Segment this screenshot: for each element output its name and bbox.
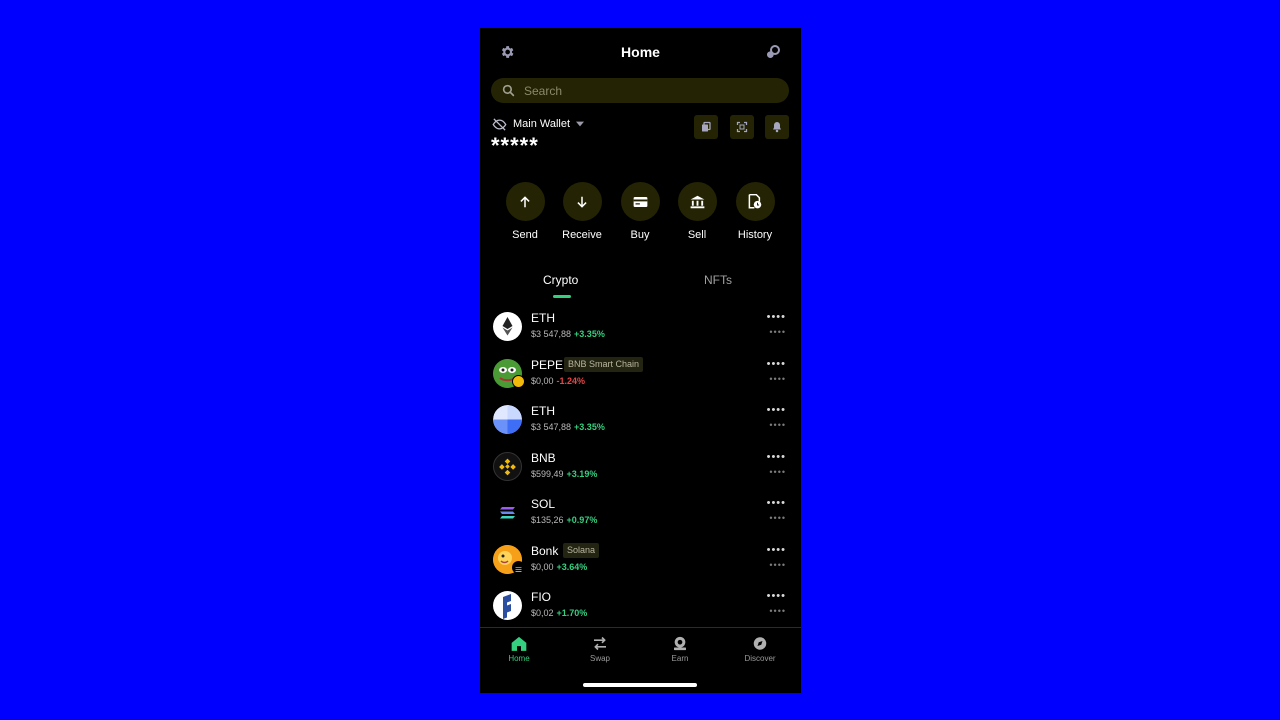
token-change: -1.24% xyxy=(556,376,586,386)
token-symbol: PEPE xyxy=(531,358,564,372)
token-value: •••• xyxy=(769,560,786,570)
scan-icon xyxy=(736,121,748,133)
copy-icon xyxy=(702,121,711,132)
search-bar[interactable] xyxy=(491,78,789,103)
token-row-pepe[interactable]: PEPE BNB Smart Chain $0,00 -1.24% •••• ••… xyxy=(480,355,801,401)
page-title: Home xyxy=(621,44,660,60)
home-indicator xyxy=(583,683,697,687)
link-icon xyxy=(767,45,780,58)
sell-button[interactable]: Sell xyxy=(672,182,722,241)
token-row-eth[interactable]: ETH $3 547,88 +3.35% •••• •••• xyxy=(480,308,801,354)
token-price: $0,00 xyxy=(531,562,554,572)
copy-address-button[interactable] xyxy=(694,115,718,139)
token-price: $135,26 xyxy=(531,515,564,525)
token-row-bnb[interactable]: BNB $599,49 +3.19% •••• •••• xyxy=(480,448,801,494)
token-symbol: BNB xyxy=(531,451,556,465)
caret-down-icon xyxy=(576,121,585,127)
wallet-app-screen: Home Main Wallet ***** xyxy=(480,28,801,693)
token-value: •••• xyxy=(769,374,786,384)
network-badge: Solana xyxy=(563,543,600,558)
nav-home-label: Home xyxy=(508,654,530,663)
receive-label: Receive xyxy=(562,229,602,241)
token-change: +3.19% xyxy=(566,469,598,479)
token-symbol: ETH xyxy=(531,404,555,418)
nav-home[interactable]: Home xyxy=(489,636,549,663)
search-input[interactable] xyxy=(524,78,774,103)
token-change: +3.64% xyxy=(556,562,588,572)
fio-logo-icon xyxy=(493,591,522,620)
bnb-logo-icon xyxy=(493,452,522,481)
token-balance: •••• xyxy=(766,358,786,370)
token-balance: •••• xyxy=(766,497,786,509)
wallet-balance: ***** xyxy=(491,133,539,158)
nav-discover-label: Discover xyxy=(744,654,776,663)
tab-nfts[interactable]: NFTs xyxy=(704,273,732,287)
token-value: •••• xyxy=(769,467,786,477)
token-change: +3.35% xyxy=(574,422,605,432)
token-change: +1.70% xyxy=(556,608,588,618)
bell-icon xyxy=(773,122,781,133)
token-balance: •••• xyxy=(766,451,786,463)
card-icon xyxy=(633,196,647,207)
buy-label: Buy xyxy=(630,229,650,241)
token-value: •••• xyxy=(769,420,786,430)
token-price: $0,00 xyxy=(531,376,554,386)
sell-label: Sell xyxy=(687,229,707,241)
arrow-up-icon xyxy=(520,195,530,207)
scan-qr-button[interactable] xyxy=(730,115,754,139)
tab-crypto[interactable]: Crypto xyxy=(543,273,578,287)
token-price: $0,02 xyxy=(531,608,554,618)
token-row-eth-l2[interactable]: ETH $3 547,88 +3.35% •••• •••• xyxy=(480,401,801,447)
earn-icon xyxy=(674,636,686,651)
wallet-selector[interactable]: Main Wallet xyxy=(492,116,585,132)
token-value: •••• xyxy=(769,513,786,523)
token-change: +0.97% xyxy=(566,515,598,525)
token-value: •••• xyxy=(769,327,786,337)
token-balance: •••• xyxy=(766,590,786,602)
search-icon xyxy=(502,84,515,97)
buy-button[interactable]: Buy xyxy=(615,182,665,241)
token-balance: •••• xyxy=(766,311,786,323)
token-change: +3.35% xyxy=(574,329,605,339)
token-value: •••• xyxy=(769,606,786,616)
solana-chain-badge-icon xyxy=(512,561,525,574)
eye-off-icon[interactable] xyxy=(492,117,507,131)
wallet-name: Main Wallet xyxy=(513,118,571,130)
token-row-sol[interactable]: SOL $135,26 +0.97% •••• •••• xyxy=(480,494,801,540)
notifications-button[interactable] xyxy=(765,115,789,139)
send-label: Send xyxy=(512,229,538,241)
token-price: $599,49 xyxy=(531,469,564,479)
solana-logo-icon xyxy=(493,498,522,527)
arrow-down-icon xyxy=(577,196,587,208)
network-badge: BNB Smart Chain xyxy=(564,357,644,372)
ethereum-logo-icon xyxy=(493,312,522,341)
history-icon xyxy=(748,194,762,209)
nav-swap[interactable]: Swap xyxy=(570,636,630,663)
connections-button[interactable] xyxy=(765,44,781,60)
history-label: History xyxy=(737,229,773,241)
bank-icon xyxy=(690,195,704,208)
token-balance: •••• xyxy=(766,404,786,416)
nav-earn[interactable]: Earn xyxy=(650,636,710,663)
history-button[interactable]: History xyxy=(730,182,780,241)
token-symbol: SOL xyxy=(531,497,556,511)
active-tab-indicator xyxy=(553,295,571,298)
token-price: $3 547,88 xyxy=(531,329,572,339)
discover-icon xyxy=(753,637,767,650)
bnb-chain-badge-icon xyxy=(512,375,525,388)
send-button[interactable]: Send xyxy=(500,182,550,241)
token-row-bonk[interactable]: Bonk Solana $0,00 +3.64% •••• •••• xyxy=(480,541,801,587)
token-symbol: ETH xyxy=(531,311,555,325)
token-symbol: FIO xyxy=(531,590,551,604)
nav-discover[interactable]: Discover xyxy=(730,636,790,663)
nav-earn-label: Earn xyxy=(671,654,689,663)
token-balance: •••• xyxy=(766,544,786,556)
ethereum-layer2-logo-icon xyxy=(493,405,522,434)
token-symbol: Bonk xyxy=(531,544,559,558)
home-icon xyxy=(511,636,527,651)
nav-swap-label: Swap xyxy=(589,654,610,663)
receive-button[interactable]: Receive xyxy=(557,182,607,241)
token-price: $3 547,88 xyxy=(531,422,572,432)
swap-icon xyxy=(594,636,606,651)
